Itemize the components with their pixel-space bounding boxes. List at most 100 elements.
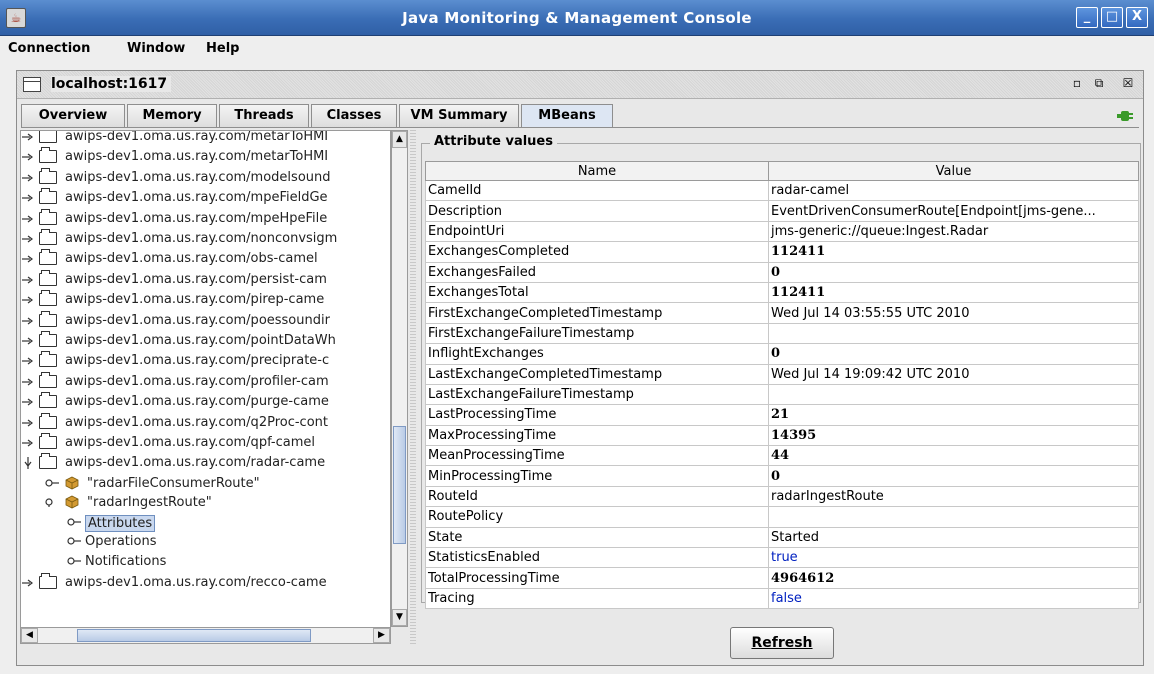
tree-child-node-operations[interactable]: Operations [21,532,390,552]
expanded-handle-icon[interactable] [22,457,34,470]
attribute-value[interactable]: EventDrivenConsumerRoute[Endpoint[jms-ge… [768,200,1139,222]
table-row[interactable]: RouteId radarIngestRoute [425,485,1139,508]
tree-vertical-scroll-thumb[interactable] [393,426,406,544]
attribute-value[interactable]: 0 [768,465,1139,487]
tab-mbeans[interactable]: MBeans [521,104,613,128]
table-row[interactable]: ExchangesCompleted 112411 [425,241,1139,263]
frame-close-icon[interactable]: ☒ [1120,76,1136,92]
tree-domain-node[interactable]: awips-dev1.oma.us.ray.com/nonconvsigm [21,229,390,249]
table-row[interactable]: LastExchangeCompletedTimestamp Wed Jul 14… [425,363,1139,385]
tree-domain-node[interactable]: awips-dev1.oma.us.ray.com/recco-came [21,573,390,593]
tree-domain-node[interactable]: awips-dev1.oma.us.ray.com/modelsound [21,167,390,188]
attribute-value[interactable]: Wed Jul 14 19:09:42 UTC 2010 [768,363,1139,385]
scroll-right-icon[interactable]: ▶ [373,628,390,643]
attribute-value[interactable]: radar-camel [768,179,1139,202]
table-row[interactable]: InflightExchanges 0 [425,343,1139,365]
attribute-value[interactable]: true [768,547,1139,569]
tree-horizontal-scroll-thumb[interactable] [77,629,311,642]
tree-domain-node[interactable]: awips-dev1.oma.us.ray.com/pointDataWh [21,331,390,351]
table-row[interactable]: TotalProcessingTime 4964612 [425,567,1139,589]
tree-domain-node[interactable]: awips-dev1.oma.us.ray.com/q2Proc-cont [21,412,390,433]
table-row[interactable]: MinProcessingTime 0 [425,465,1139,487]
collapsed-handle-icon[interactable] [22,335,34,347]
attribute-value[interactable]: 21 [768,404,1139,426]
tab-vm-summary[interactable]: VM Summary [399,104,519,128]
attribute-value[interactable]: false [768,587,1139,610]
tree-domain-node[interactable]: awips-dev1.oma.us.ray.com/purge-came [21,392,390,412]
tree-horizontal-scrollbar[interactable]: ◀ ▶ [20,627,391,644]
collapsed-handle-icon[interactable] [22,213,34,225]
table-row[interactable]: State Started [425,526,1139,549]
attribute-value[interactable]: 112411 [768,241,1139,263]
attribute-value[interactable] [768,322,1139,345]
table-row[interactable]: EndpointUri jms-generic://queue:Ingest.Ra… [425,220,1139,243]
tree-vertical-scrollbar[interactable]: ▲ ▼ [391,130,408,627]
collapsed-handle-icon[interactable] [22,355,34,367]
tree-route-node[interactable]: "radarFileConsumerRoute" [21,474,390,494]
collapsed-handle-icon[interactable] [22,315,34,327]
tree-domain-node[interactable]: awips-dev1.oma.us.ray.com/radar-came [21,453,390,473]
attribute-value[interactable] [768,383,1139,406]
tab-overview[interactable]: Overview [21,104,125,128]
table-row[interactable]: ExchangesTotal 112411 [425,281,1139,304]
collapsed-handle-icon[interactable] [45,478,59,488]
column-header-name[interactable]: Name [425,161,769,181]
close-button[interactable]: X [1126,7,1148,28]
table-row[interactable]: MeanProcessingTime 44 [425,445,1139,467]
minimize-button[interactable]: _ [1076,7,1098,28]
collapsed-handle-icon[interactable] [22,577,34,589]
attribute-value[interactable]: 0 [768,343,1139,365]
tab-classes[interactable]: Classes [311,104,397,128]
tree-domain-node[interactable]: awips-dev1.oma.us.ray.com/obs-camel [21,249,390,269]
table-row[interactable]: LastExchangeFailureTimestamp [425,383,1139,406]
collapsed-handle-icon[interactable] [22,131,34,143]
table-row[interactable]: Tracing false [425,587,1139,610]
collapsed-handle-icon[interactable] [22,396,34,408]
tree-domain-node[interactable]: awips-dev1.oma.us.ray.com/pirep-came [21,290,390,310]
maximize-button[interactable]: □ [1101,7,1123,28]
attribute-value[interactable]: radarIngestRoute [768,485,1139,508]
attribute-value[interactable]: 14395 [768,424,1139,447]
tree-domain-node[interactable]: awips-dev1.oma.us.ray.com/profiler-cam [21,371,390,392]
scroll-up-icon[interactable]: ▲ [392,131,407,148]
table-row[interactable]: RoutePolicy [425,506,1139,528]
tree-domain-node[interactable]: awips-dev1.oma.us.ray.com/metarToHMI [21,147,390,167]
tree-child-node-attributes[interactable]: Attributes [21,513,390,533]
attribute-value[interactable]: 44 [768,445,1139,467]
attribute-value[interactable] [768,506,1139,528]
tab-threads[interactable]: Threads [219,104,309,128]
iconify-icon[interactable]: ▫ [1069,76,1085,92]
table-row[interactable]: Description EventDrivenConsumerRoute[Endp… [425,200,1139,222]
collapsed-handle-icon[interactable] [22,376,34,388]
tree-domain-node[interactable]: awips-dev1.oma.us.ray.com/mpeHpeFile [21,208,390,229]
tree-domain-node[interactable]: awips-dev1.oma.us.ray.com/poessoundir [21,310,390,331]
table-row[interactable]: CamelId radar-camel [425,179,1139,202]
collapsed-handle-icon[interactable] [22,294,34,306]
attribute-value[interactable]: 0 [768,261,1139,283]
attribute-value[interactable]: 112411 [768,281,1139,304]
menu-help[interactable]: Help [206,41,239,56]
tree-child-node-notifications[interactable]: Notifications [21,552,390,572]
collapsed-handle-icon[interactable] [22,417,34,429]
tree-domain-node[interactable]: awips-dev1.oma.us.ray.com/metarToHMI [21,131,390,147]
table-row[interactable]: FirstExchangeCompletedTimestamp Wed Jul 1… [425,302,1139,324]
mbean-tree[interactable]: awips-dev1.oma.us.ray.com/metarToHMI awip… [20,130,391,644]
tree-route-node[interactable]: "radarIngestRoute" [21,493,390,513]
expanded-handle-icon[interactable] [45,497,59,508]
collapsed-handle-icon[interactable] [22,253,34,265]
collapsed-handle-icon[interactable] [22,192,34,204]
attribute-value[interactable]: 4964612 [768,567,1139,589]
collapsed-handle-icon[interactable] [22,437,34,449]
table-row[interactable]: ExchangesFailed 0 [425,261,1139,283]
collapsed-handle-icon[interactable] [22,274,34,286]
collapsed-handle-icon[interactable] [22,233,34,245]
attribute-value[interactable]: Started [768,526,1139,549]
restore-icon[interactable]: ⧉ [1091,76,1107,92]
tree-domain-node[interactable]: awips-dev1.oma.us.ray.com/preciprate-c [21,351,390,371]
scroll-down-icon[interactable]: ▼ [392,609,407,626]
table-row[interactable]: LastProcessingTime 21 [425,404,1139,426]
attribute-value[interactable]: Wed Jul 14 03:55:55 UTC 2010 [768,302,1139,324]
table-row[interactable]: FirstExchangeFailureTimestamp [425,322,1139,345]
collapsed-handle-icon[interactable] [22,172,34,184]
scroll-left-icon[interactable]: ◀ [21,628,38,643]
